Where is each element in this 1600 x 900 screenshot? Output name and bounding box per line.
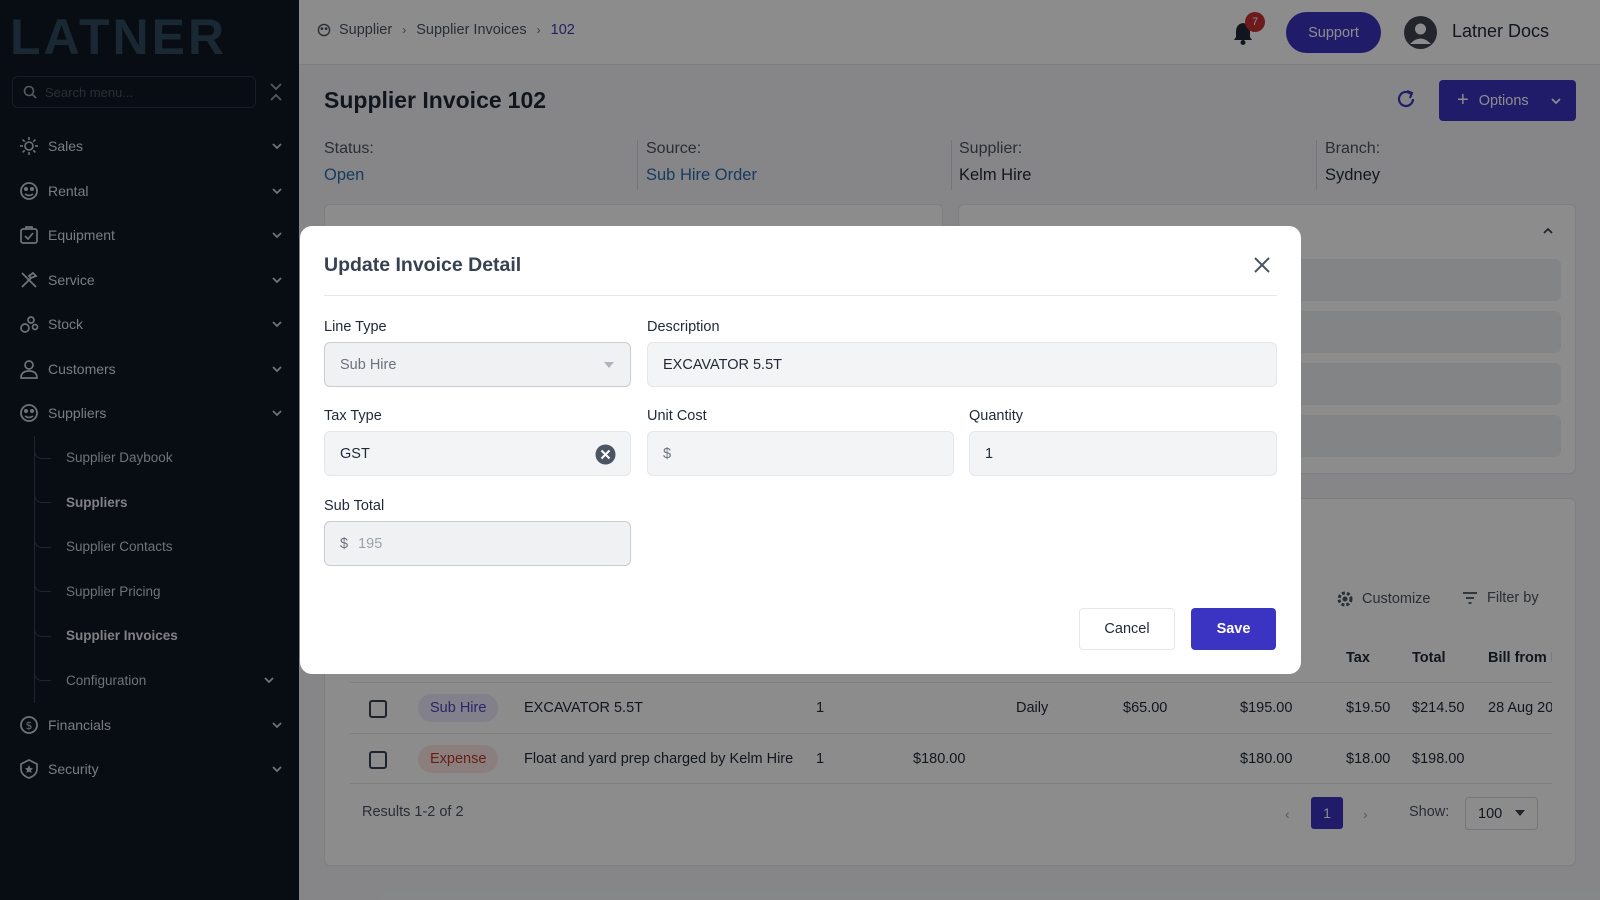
modal-title: Update Invoice Detail bbox=[324, 254, 522, 276]
sub-total-field: $ 195 bbox=[324, 521, 631, 566]
caret-down-icon bbox=[604, 362, 614, 368]
save-button[interactable]: Save bbox=[1191, 608, 1276, 650]
description-field[interactable]: EXCAVATOR 5.5T bbox=[647, 342, 1277, 387]
clear-icon[interactable] bbox=[595, 444, 616, 465]
modal-divider bbox=[324, 295, 1277, 296]
description-label: Description bbox=[647, 319, 720, 335]
sub-total-label: Sub Total bbox=[324, 498, 385, 514]
cancel-button[interactable]: Cancel bbox=[1079, 608, 1175, 650]
unit-cost-field[interactable]: $ bbox=[647, 431, 954, 476]
line-type-value: Sub Hire bbox=[340, 356, 397, 373]
currency-prefix: $ bbox=[340, 535, 349, 552]
tax-type-value: GST bbox=[340, 445, 370, 462]
currency-prefix: $ bbox=[663, 445, 672, 462]
unit-cost-label: Unit Cost bbox=[647, 408, 707, 424]
quantity-field[interactable]: 1 bbox=[969, 431, 1277, 476]
line-type-label: Line Type bbox=[324, 319, 387, 335]
description-value: EXCAVATOR 5.5T bbox=[663, 356, 782, 373]
quantity-label: Quantity bbox=[969, 408, 1023, 424]
sub-total-value: 195 bbox=[358, 535, 383, 552]
tax-type-select[interactable]: GST bbox=[324, 431, 631, 476]
update-invoice-detail-modal: Update Invoice Detail Line Type Sub Hire… bbox=[300, 226, 1301, 674]
close-icon[interactable] bbox=[1253, 256, 1271, 274]
tax-type-label: Tax Type bbox=[324, 408, 382, 424]
line-type-select: Sub Hire bbox=[324, 342, 631, 387]
quantity-value: 1 bbox=[985, 445, 994, 462]
